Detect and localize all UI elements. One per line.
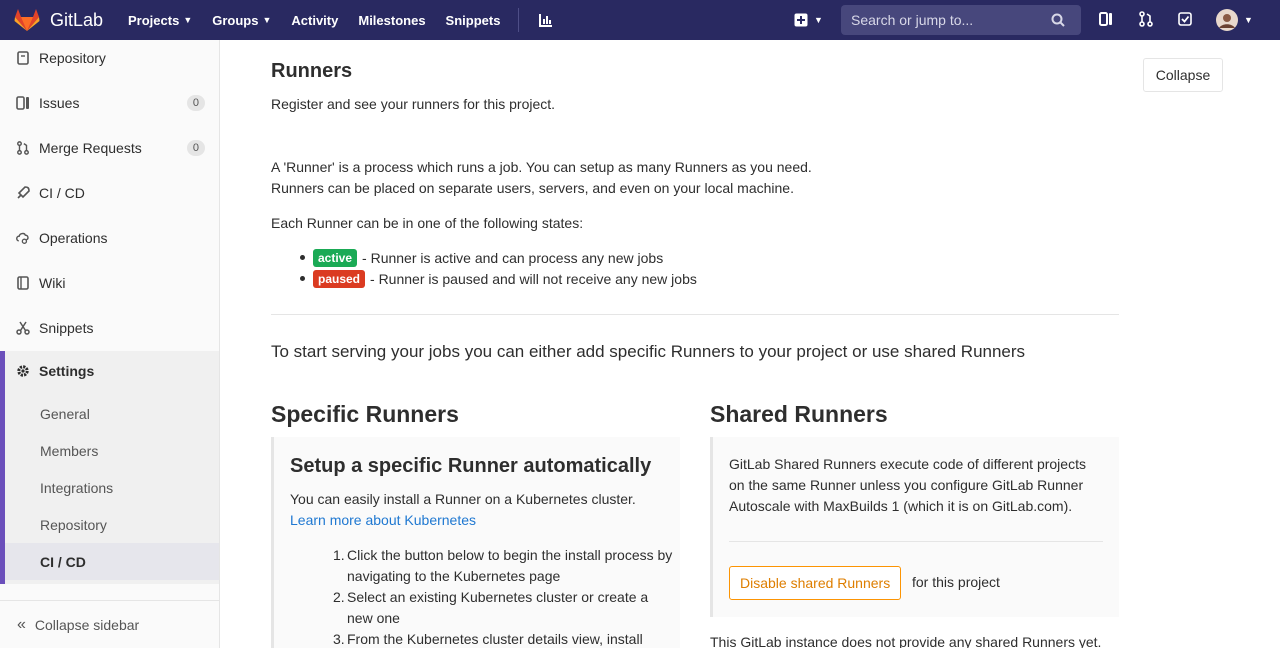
sidebar-item-label: Merge Requests	[39, 140, 142, 156]
chevron-down-icon: ▼	[1244, 15, 1253, 25]
list-item: 3. From the Kubernetes cluster details vi…	[333, 631, 643, 647]
settings-sub-integrations[interactable]: Integrations	[40, 480, 113, 496]
section-title: Runners	[271, 60, 353, 82]
nav-groups[interactable]: Groups ▼	[212, 13, 271, 28]
nav-projects[interactable]: Projects ▼	[128, 13, 192, 28]
panel-text: You can easily install a Runner on a Kub…	[290, 491, 636, 507]
divider	[729, 541, 1103, 542]
active-item-highlight	[5, 543, 219, 580]
todo-sidebar-icon[interactable]	[1099, 11, 1113, 27]
new-dropdown[interactable]: ▼	[794, 0, 823, 40]
nav-activity[interactable]: Activity	[291, 13, 338, 28]
state-description: - Runner is active and can process any n…	[362, 249, 664, 266]
sidebar-item-label: Operations	[39, 230, 108, 246]
states-intro: Each Runner can be in one of the followi…	[271, 215, 584, 231]
todo-check-icon[interactable]	[1178, 11, 1192, 27]
settings-sub-ci-cd[interactable]: CI / CD	[40, 554, 86, 570]
shared-runner-panel: GitLab Shared Runners execute code of di…	[710, 437, 1119, 617]
search-icon	[1051, 13, 1065, 27]
shared-runners-note: This GitLab instance does not provide an…	[710, 634, 1102, 648]
state-description: - Runner is paused and will not receive …	[370, 270, 697, 287]
chevron-down-icon: ▼	[262, 15, 272, 25]
chevron-down-icon: ▼	[814, 15, 823, 25]
nav-milestones[interactable]: Milestones	[358, 13, 425, 28]
setup-steps: 1. Click the button below to begin the in…	[333, 545, 673, 648]
list-item: active - Runner is active and can proces…	[271, 247, 697, 268]
scissors-icon	[16, 321, 30, 335]
specific-runner-panel: Setup a specific Runner automatically Yo…	[271, 437, 680, 648]
list-item: 1. Click the button below to begin the in…	[333, 547, 673, 584]
sidebar-item-snippets[interactable]: Snippets	[0, 306, 219, 350]
search-box[interactable]	[841, 5, 1081, 35]
runner-description-line2: Runners can be placed on separate users,…	[271, 180, 794, 196]
shared-text-line1: GitLab Shared Runners execute code of di…	[729, 456, 1086, 472]
user-menu[interactable]: ▼	[1216, 9, 1253, 31]
collapse-button[interactable]: Collapse	[1143, 58, 1223, 92]
list-item: 2. Select an existing Kubernetes cluster …	[333, 589, 649, 626]
collapse-sidebar-label: Collapse sidebar	[34, 616, 140, 633]
rocket-icon	[16, 186, 30, 200]
sidebar-item-ci-cd[interactable]: CI / CD	[0, 171, 219, 215]
shared-text-line3: Autoscale with MaxBuilds 1 (which it is …	[729, 498, 1073, 514]
top-navbar: GitLab Projects ▼ Groups ▼ Activity Milest…	[0, 0, 1280, 40]
status-badge: paused	[313, 269, 366, 288]
button-suffix-text: for this project	[912, 574, 1000, 590]
chevron-down-icon: ▼	[183, 15, 193, 25]
sidebar-item-issues[interactable]: Issues 0	[0, 81, 219, 125]
disable-shared-runners-button[interactable]: Disable shared Runners	[729, 566, 902, 600]
sidebar-item-settings[interactable]: Settings	[16, 363, 94, 379]
sidebar-item-repository[interactable]: Repository	[0, 36, 219, 80]
chart-icon[interactable]	[539, 13, 553, 27]
shared-runners-heading: Shared Runners	[710, 401, 888, 427]
cloud-gear-icon	[16, 231, 30, 245]
sidebar-item-operations[interactable]: Operations	[0, 216, 219, 260]
issues-icon	[16, 96, 30, 110]
bullet	[300, 276, 305, 281]
shared-text-line2: on the same Runner unless you configure …	[729, 477, 1084, 493]
specific-runners-heading: Specific Runners	[271, 401, 459, 427]
settings-sub-general[interactable]: General	[40, 406, 90, 422]
lead-text: To start serving your jobs you can eithe…	[271, 342, 1026, 361]
sidebar-item-label: CI / CD	[39, 185, 85, 201]
merge-requests-count-badge: 0	[186, 140, 205, 156]
section-intro: Register and see your runners for this p…	[271, 96, 556, 112]
sidebar-item-label: Wiki	[39, 275, 66, 291]
plus-square-icon	[794, 13, 808, 27]
search-input[interactable]	[851, 12, 1051, 28]
double-chevron-left-icon: «	[17, 615, 26, 633]
settings-sub-members[interactable]: Members	[40, 443, 98, 459]
sidebar-item-label: Issues	[39, 95, 80, 111]
kubernetes-docs-link[interactable]: Learn more about Kubernetes	[290, 510, 476, 531]
merge-request-icon	[16, 141, 30, 155]
sidebar-settings-group: Settings General Members Integrations Re…	[0, 351, 219, 584]
bullet	[300, 255, 305, 260]
settings-sub-repository[interactable]: Repository	[40, 517, 107, 533]
main-content: Runners Collapse Register and see your r…	[220, 40, 1280, 648]
issues-count-badge: 0	[186, 95, 205, 111]
states-list: active - Runner is active and can proces…	[271, 247, 697, 289]
repository-icon	[16, 51, 30, 65]
book-icon	[16, 276, 30, 290]
sidebar-item-label: Settings	[39, 363, 95, 379]
sidebar-item-label: Snippets	[39, 320, 94, 336]
merge-request-icon[interactable]	[1139, 11, 1153, 27]
collapse-sidebar-button[interactable]: « Collapse sidebar	[0, 600, 219, 648]
project-sidebar: Repository Issues 0 Merge Requests 0 CI …	[0, 40, 220, 648]
divider	[271, 314, 1119, 315]
nav-divider	[518, 8, 520, 32]
nav-snippets[interactable]: Snippets	[446, 13, 501, 28]
runner-description-line1: A 'Runner' is a process which runs a job…	[271, 159, 812, 175]
gear-icon	[16, 364, 30, 378]
gitlab-logo-icon	[14, 9, 40, 31]
gitlab-home-link[interactable]: GitLab	[14, 8, 114, 32]
sidebar-item-wiki[interactable]: Wiki	[0, 261, 219, 305]
brand-name: GitLab	[50, 9, 104, 30]
status-badge: active	[313, 248, 358, 267]
panel-title: Setup a specific Runner automatically	[290, 455, 652, 477]
sidebar-item-merge-requests[interactable]: Merge Requests 0	[0, 126, 219, 170]
avatar	[1216, 9, 1238, 31]
list-item: paused - Runner is paused and will not r…	[271, 268, 697, 289]
sidebar-item-label: Repository	[39, 50, 106, 66]
